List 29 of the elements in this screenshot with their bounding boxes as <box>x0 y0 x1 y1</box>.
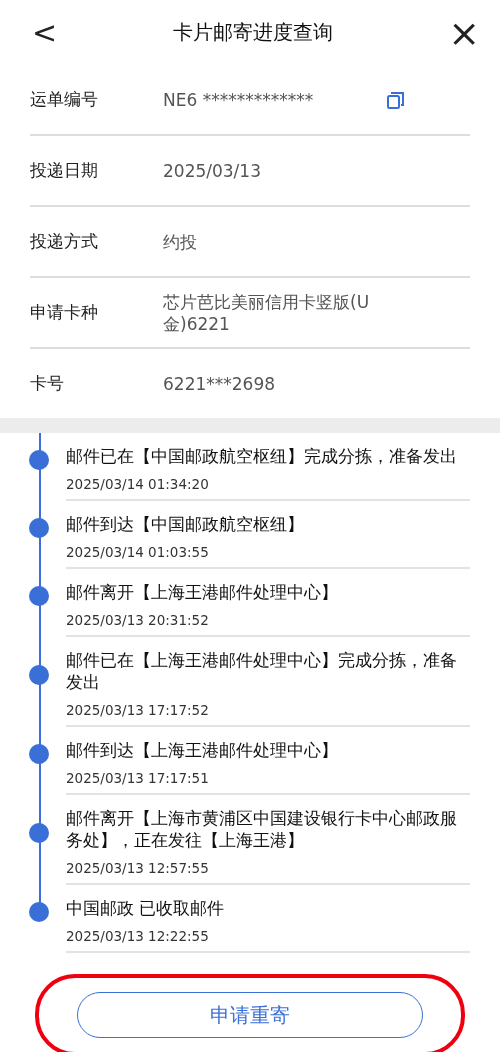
event-time: 2025/03/13 20:31:52 <box>66 612 210 628</box>
event-time: 2025/03/13 12:22:55 <box>66 928 210 944</box>
close-button[interactable]: × <box>448 13 480 52</box>
field-label: 投递日期 <box>30 159 99 182</box>
reapply-button[interactable]: 申请重寄 <box>77 992 423 1038</box>
field-label: 申请卡种 <box>30 301 99 324</box>
field-label: 投递方式 <box>30 230 99 253</box>
field-value: NE6 ************* <box>163 88 315 111</box>
field-label: 运单编号 <box>30 88 99 111</box>
field-value: 约投 <box>163 230 198 253</box>
tracking-event: 邮件离开【上海市黄浦区中国建设银行卡中心邮政服务处】，正在发往【上海王港】 <box>66 807 458 851</box>
tracking-event: 邮件离开【上海王港邮件处理中心】 <box>66 581 339 603</box>
field-label: 卡号 <box>30 372 65 395</box>
field-value: 6221***2698 <box>163 372 277 395</box>
page-title: 卡片邮寄进度查询 <box>171 19 334 46</box>
event-time: 2025/03/13 17:17:52 <box>66 702 210 718</box>
tracking-event: 中国邮政 已收取邮件 <box>66 897 226 919</box>
field-value: 2025/03/13 <box>163 159 262 182</box>
tracking-event: 邮件到达【上海王港邮件处理中心】 <box>66 739 339 761</box>
event-time: 2025/03/13 17:17:51 <box>66 770 210 786</box>
tracking-event: 邮件已在【上海王港邮件处理中心】完成分拣，准备发出 <box>66 649 458 693</box>
event-time: 2025/03/14 01:03:55 <box>66 544 210 560</box>
tracking-event: 邮件已在【中国邮政航空枢纽】完成分拣，准备发出 <box>66 445 458 467</box>
copy-icon[interactable] <box>386 89 406 110</box>
back-button[interactable]: < <box>32 17 58 48</box>
field-value: 芯片芭比美丽信用卡竖版(U金)6221 <box>163 290 371 335</box>
event-time: 2025/03/13 12:57:55 <box>66 860 210 876</box>
event-time: 2025/03/14 01:34:20 <box>66 476 210 492</box>
tracking-event: 邮件到达【中国邮政航空枢纽】 <box>66 513 305 535</box>
